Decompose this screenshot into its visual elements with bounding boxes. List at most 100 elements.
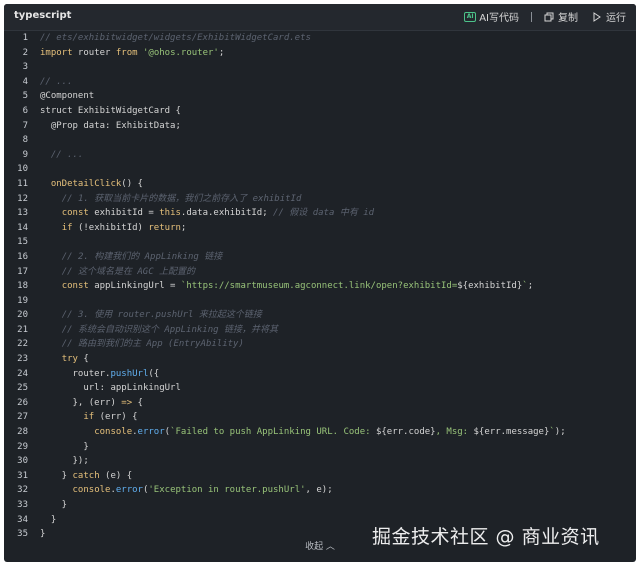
header-actions: AI AI写代码 复制 运行: [464, 9, 626, 24]
code-text: // ...: [40, 148, 84, 163]
code-token: ({: [148, 368, 160, 379]
code-text: const appLinkingUrl = `https://smartmuse…: [40, 279, 533, 294]
code-block-header: typescript AI AI写代码 复制 运行: [4, 4, 636, 31]
code-token: });: [40, 456, 89, 467]
code-token: ;: [180, 222, 187, 233]
line-number: 15: [17, 237, 28, 248]
code-text: // 2. 构建我们的 AppLinking 链接: [40, 250, 223, 265]
code-token: // ets/exhibitwidget/widgets/ExhibitWidg…: [40, 33, 311, 43]
code-line: 24 router.pushUrl({: [4, 367, 636, 382]
code-line: 3: [4, 60, 636, 75]
line-number: 25: [17, 383, 28, 394]
code-token: @Prop data: ExhibitData;: [40, 120, 181, 131]
code-token: appLinkingUrl =: [88, 281, 181, 292]
line-number: 5: [22, 91, 28, 102]
code-token: ${err.code}: [375, 427, 436, 438]
line-number: 16: [17, 251, 28, 262]
code-token: // ...: [40, 76, 73, 87]
line-number: 1: [22, 33, 28, 43]
code-token: if: [61, 222, 73, 233]
code-token: exhibitId =: [88, 208, 160, 219]
code-area[interactable]: 1 // ets/exhibitwidget/widgets/ExhibitWid…: [4, 31, 636, 542]
code-text: router.pushUrl({: [40, 367, 160, 382]
code-line: 1 // ets/exhibitwidget/widgets/ExhibitWid…: [4, 31, 636, 46]
code-line: 19: [4, 294, 636, 309]
code-token: ;: [527, 281, 534, 292]
code-line: 6 struct ExhibitWidgetCard {: [4, 104, 636, 119]
code-text: } catch (e) {: [40, 469, 132, 484]
code-line: 14 if (!exhibitId) return;: [4, 221, 636, 236]
code-line: 30 });: [4, 454, 636, 469]
code-token: error: [137, 427, 165, 438]
code-line: 26 }, (err) => {: [4, 396, 636, 411]
code-token: import: [40, 47, 73, 58]
line-number: 29: [17, 441, 28, 452]
code-token: @Component: [40, 91, 95, 102]
code-token: '@ohos.router': [142, 47, 219, 58]
ai-icon: AI: [464, 11, 477, 22]
code-token: );: [554, 427, 566, 438]
code-line: 8: [4, 133, 636, 148]
code-token: // 路由到我们的主 App (EntryAbility): [61, 339, 244, 350]
copy-button[interactable]: 复制: [544, 9, 578, 24]
run-button[interactable]: 运行: [592, 9, 626, 24]
line-number: 12: [17, 193, 28, 204]
code-line: 32 console.error('Exception in router.pu…: [4, 483, 636, 498]
copy-icon: [544, 12, 554, 21]
code-text: // 1. 获取当前卡片的数据，我们之前存入了 exhibitId: [40, 192, 302, 207]
code-token: // 系统会自动识别这个 AppLinking 链接，并将其: [61, 324, 278, 335]
code-line: 27 if (err) {: [4, 410, 636, 425]
code-line: 21 // 系统会自动识别这个 AppLinking 链接，并将其: [4, 323, 636, 338]
code-line: 33 }: [4, 498, 636, 513]
code-token: () {: [121, 178, 143, 189]
code-token: }: [40, 470, 73, 481]
code-token: ${exhibitId}: [457, 281, 523, 292]
code-token: }: [40, 514, 57, 525]
code-token: error: [115, 485, 143, 496]
code-line: 29 }: [4, 440, 636, 455]
code-token: try: [61, 354, 78, 365]
code-line: 12 // 1. 获取当前卡片的数据，我们之前存入了 exhibitId: [4, 192, 636, 207]
code-line: 17 // 这个域名是在 AGC 上配置的: [4, 265, 636, 280]
code-token: .data.exhibitId;: [180, 208, 274, 219]
code-token: this: [159, 208, 181, 219]
code-block: typescript AI AI写代码 复制 运行 1 // ets/exhib…: [4, 4, 636, 562]
line-number: 6: [22, 105, 28, 116]
code-token: (e) {: [99, 470, 133, 481]
code-token: console: [72, 485, 111, 496]
code-text: console.error(`Failed to push AppLinking…: [40, 425, 566, 440]
line-number: 2: [22, 47, 28, 58]
code-token: }: [40, 500, 68, 510]
code-line: 28 console.error(`Failed to push AppLink…: [4, 425, 636, 440]
code-text: // 3. 使用 router.pushUrl 来拉起这个链接: [40, 308, 262, 323]
line-number: 18: [17, 281, 28, 292]
run-label: 运行: [606, 13, 626, 24]
code-token: url: appLinkingUrl: [40, 383, 181, 394]
code-line: 23 try {: [4, 352, 636, 367]
code-token: `https://smartmuseum.agconnect.link/open…: [180, 281, 458, 292]
code-line: 11 onDetailClick() {: [4, 177, 636, 192]
code-token: router.: [40, 368, 111, 379]
code-text: if (!exhibitId) return;: [40, 221, 187, 236]
code-text: @Prop data: ExhibitData;: [40, 119, 181, 134]
copy-label: 复制: [558, 13, 578, 24]
code-token: console: [94, 427, 133, 438]
code-line: 7 @Prop data: ExhibitData;: [4, 119, 636, 134]
line-number: 31: [17, 470, 28, 481]
code-line: 15: [4, 235, 636, 250]
line-number: 23: [17, 354, 28, 365]
code-token: // 假设 data 中有 id: [273, 208, 375, 219]
code-line: 2 import router from '@ohos.router';: [4, 46, 636, 61]
line-number: 13: [17, 208, 28, 219]
code-text: }, (err) => {: [40, 396, 143, 411]
ai-code-button[interactable]: AI AI写代码: [464, 9, 519, 24]
divider: [531, 11, 532, 22]
